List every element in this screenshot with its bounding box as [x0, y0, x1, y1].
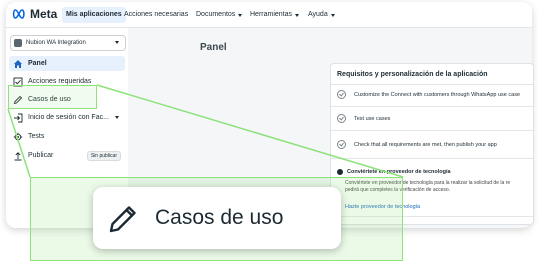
requirement-item[interactable]: Check that all requirements are met, the…: [337, 140, 497, 149]
chevron-down-icon: [115, 41, 119, 44]
nav-mis-aplicaciones[interactable]: Mis aplicaciones: [62, 7, 126, 23]
nav-herramientas[interactable]: Herramientas: [246, 7, 303, 23]
requirement-text: Test use cases: [354, 115, 391, 122]
requirement-text: Customize the Connect with customers thr…: [354, 91, 520, 98]
nav-acciones-necesarias[interactable]: Acciones necesarias: [120, 7, 192, 23]
nav-label: Herramientas: [250, 11, 293, 18]
check-circle-icon: [337, 90, 346, 99]
card-title: Requisitos y personalización de la aplic…: [337, 71, 488, 78]
sidebar-item-label: Acciones requeridas: [28, 78, 92, 85]
top-navigation-bar: Meta Mis aplicaciones Acciones necesaria…: [6, 2, 532, 28]
app-selector-label: Nubion WA Integration: [26, 40, 86, 46]
app-icon: [14, 39, 22, 47]
requirement-text: Check that all requirements are met, the…: [354, 141, 497, 148]
notice-heading: Conviértete en proveedor de tecnología: [337, 169, 451, 175]
requirement-item[interactable]: Customize the Connect with customers thr…: [337, 90, 520, 99]
divider: [331, 158, 533, 159]
chevron-down-icon: [115, 116, 119, 119]
app-selector[interactable]: Nubion WA Integration: [10, 35, 126, 51]
nav-label: Acciones necesarias: [124, 11, 189, 18]
chevron-down-icon: [295, 13, 300, 17]
meta-infinity-icon: [12, 9, 25, 19]
meta-logo[interactable]: Meta: [12, 7, 57, 21]
upload-icon: [13, 151, 23, 161]
pencil-icon: [107, 201, 141, 235]
callout-label: Casos de uso: [155, 206, 284, 229]
notice-title: Conviértete en proveedor de tecnología: [347, 169, 451, 175]
highlight-source-box: [8, 85, 97, 109]
divider: [331, 106, 533, 107]
sidebar-item-tests[interactable]: Tests: [9, 129, 125, 144]
nav-label: Mis aplicaciones: [66, 11, 122, 18]
info-icon: [337, 169, 343, 175]
status-badge: Sin publicar: [86, 151, 121, 161]
zoomed-casos-de-uso-callout[interactable]: Casos de uso: [93, 187, 341, 249]
nav-label: Documentos: [196, 11, 236, 18]
sidebar-item-label: Tests: [28, 133, 45, 140]
chevron-down-icon: [238, 13, 243, 17]
nav-ayuda[interactable]: Ayuda: [304, 7, 339, 23]
nav-documentos[interactable]: Documentos: [192, 7, 246, 23]
sidebar-item-label: Inicio de sesión con Fac...: [28, 114, 109, 121]
divider: [331, 130, 533, 131]
sidebar-item-panel[interactable]: Panel: [9, 56, 125, 71]
divider: [331, 84, 533, 85]
sidebar-item-label: Publicar: [28, 152, 54, 159]
requirement-item[interactable]: Test use cases: [337, 114, 390, 123]
login-icon: [13, 113, 23, 123]
sidebar-item-publicar[interactable]: Publicar Sin publicar: [9, 148, 125, 163]
brand-name: Meta: [30, 7, 58, 21]
chevron-down-icon: [330, 13, 335, 17]
sidebar-item-label: Panel: [28, 60, 47, 67]
gear-icon: [13, 132, 23, 142]
check-circle-icon: [337, 114, 346, 123]
sidebar-item-inicio-de-sesion[interactable]: Inicio de sesión con Fac...: [9, 110, 125, 125]
nav-label: Ayuda: [308, 11, 328, 18]
check-circle-icon: [337, 140, 346, 149]
home-icon: [13, 59, 23, 69]
page-title: Panel: [200, 42, 227, 53]
